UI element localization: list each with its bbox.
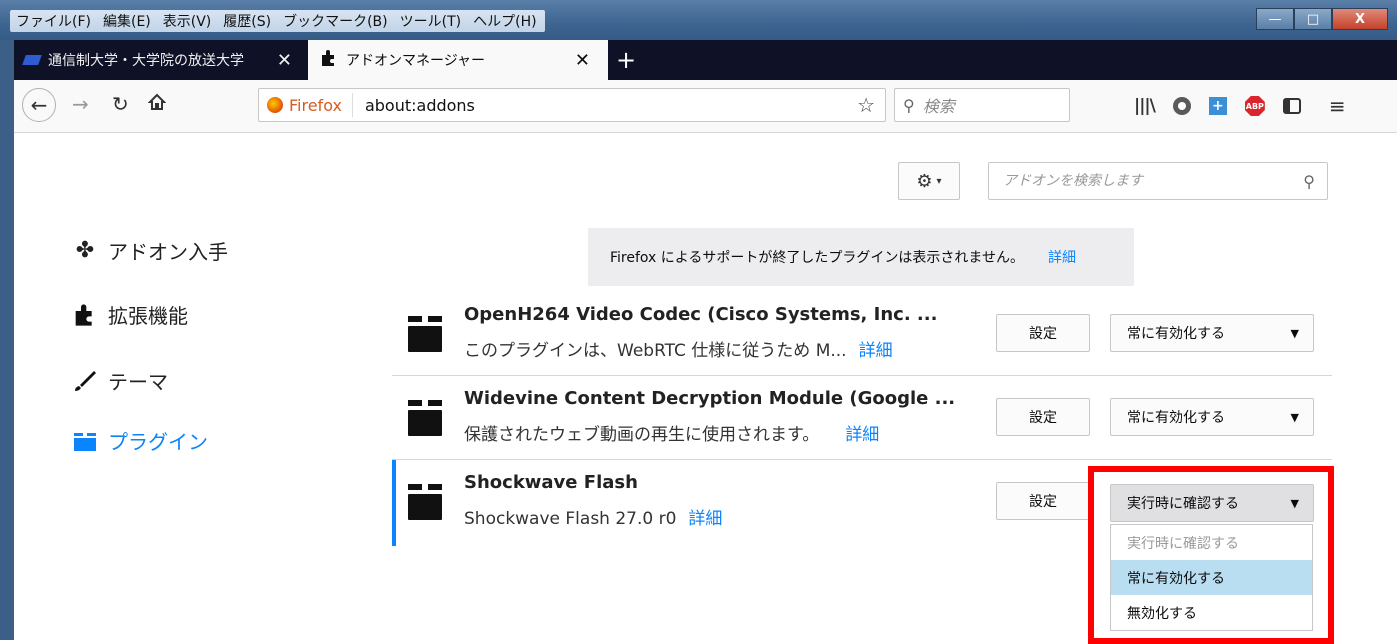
option-ask-to-activate[interactable]: 実行時に確認する [1111, 525, 1312, 560]
category-themes[interactable]: テーマ [72, 366, 168, 395]
chevron-down-icon: ▼ [1290, 496, 1299, 510]
activation-select[interactable]: 常に有効化する ▼ [1110, 314, 1314, 352]
menu-edit[interactable]: 編集(E) [103, 11, 151, 31]
tab-label: 通信制大学・大学院の放送大学 [48, 53, 244, 69]
plugin-row-openh264: OpenH264 Video Codec (Cisco Systems, Inc… [392, 292, 1332, 376]
details-link[interactable]: 詳細 [859, 341, 893, 361]
category-label: 拡張機能 [108, 304, 188, 328]
maximize-button[interactable]: □ [1294, 8, 1332, 30]
tab-university[interactable]: 通信制大学・大学院の放送大学 ✕ [14, 40, 304, 80]
search-bar[interactable]: ⚲ 検索 [894, 88, 1070, 122]
plugin-row-widevine: Widevine Content Decryption Module (Goog… [392, 376, 1332, 460]
search-icon: ⚲ [903, 95, 915, 115]
select-value: 常に有効化する [1127, 410, 1225, 426]
firefox-logo-icon [267, 97, 283, 113]
favicon-icon [22, 55, 42, 65]
bookmark-star-icon[interactable]: ☆ [857, 93, 875, 117]
plugin-name: Widevine Content Decryption Module (Goog… [464, 388, 956, 409]
puzzle-icon [320, 49, 338, 71]
plugin-icon [408, 316, 442, 352]
category-get-addons[interactable]: ✤ アドオン入手 [72, 236, 228, 265]
url-bar[interactable]: Firefox about:addons ☆ [258, 88, 886, 122]
option-never-activate[interactable]: 無効化する [1111, 595, 1312, 630]
plugin-description: 保護されたウェブ動画の再生に使用されます。 [464, 425, 820, 445]
sidebar-icon[interactable] [1282, 98, 1301, 114]
plugin-desc: Shockwave Flash 27.0 r0 詳細 [464, 504, 722, 529]
menu-bookmarks[interactable]: ブックマーク(B) [283, 11, 388, 31]
back-button[interactable]: ← [22, 88, 56, 122]
chevron-down-icon: ▼ [1290, 410, 1299, 424]
plugin-desc: このプラグインは、WebRTC 仕様に従うため M... 詳細 [464, 336, 893, 361]
select-value: 実行時に確認する [1127, 496, 1239, 512]
settings-button[interactable]: 設定 [996, 314, 1090, 352]
tab-addon-manager[interactable]: アドオンマネージャー ✕ [308, 40, 608, 80]
activation-select[interactable]: 実行時に確認する ▼ [1110, 484, 1314, 522]
home-icon[interactable] [147, 92, 167, 116]
forward-arrow-icon[interactable]: → [72, 92, 89, 116]
plugin-name: Shockwave Flash [464, 472, 638, 493]
search-icon: ⚲ [1303, 171, 1315, 191]
menu-help[interactable]: ヘルプ(H) [473, 11, 536, 31]
search-placeholder: 検索 [922, 97, 955, 116]
menu-file[interactable]: ファイル(F) [16, 11, 91, 31]
plugin-description: このプラグインは、WebRTC 仕様に従うため M... [464, 341, 847, 361]
new-tab-button[interactable]: + [616, 46, 636, 74]
identity-label: Firefox [289, 95, 342, 115]
details-link[interactable]: 詳細 [845, 425, 879, 445]
close-window-button[interactable]: X [1332, 8, 1388, 30]
plugin-icon [408, 484, 442, 520]
window-border [0, 40, 14, 640]
identity-box[interactable]: Firefox [259, 93, 353, 117]
adblock-plus-icon[interactable]: ABP [1244, 96, 1265, 116]
pocket-eye-icon[interactable] [1172, 97, 1191, 115]
plugin-icon [408, 400, 442, 436]
plugin-desc: 保護されたウェブ動画の再生に使用されます。 詳細 [464, 420, 879, 445]
plugin-description: Shockwave Flash 27.0 r0 [464, 509, 677, 529]
settings-button[interactable]: 設定 [996, 398, 1090, 436]
addon-search-input[interactable] [1001, 172, 1285, 190]
tab-label: アドオンマネージャー [346, 53, 486, 69]
back-arrow-icon: ← [30, 93, 48, 117]
minimize-button[interactable]: — [1256, 8, 1294, 30]
addon-search-field[interactable]: ⚲ [988, 162, 1328, 200]
menubar: ファイル(F) 編集(E) 表示(V) 履歴(S) ブックマーク(B) ツール(… [10, 10, 545, 32]
menu-hamburger-icon[interactable]: ≡ [1329, 94, 1346, 118]
tab-strip: 通信制大学・大学院の放送大学 ✕ アドオンマネージャー ✕ + [14, 40, 1397, 80]
menu-tools[interactable]: ツール(T) [400, 11, 461, 31]
toolbar-icons: |||\ + ABP ≡ [1134, 94, 1346, 118]
category-label: プラグイン [108, 430, 208, 454]
plugin-name: OpenH264 Video Codec (Cisco Systems, Inc… [464, 304, 938, 325]
window-controls: — □ X [1256, 8, 1388, 30]
chevron-down-icon: ▾ [936, 175, 942, 187]
activation-select[interactable]: 常に有効化する ▼ [1110, 398, 1314, 436]
tab-close-icon[interactable]: ✕ [277, 50, 292, 71]
reload-icon[interactable]: ↻ [112, 92, 129, 116]
settings-button[interactable]: 設定 [996, 482, 1090, 520]
url-text[interactable]: about:addons [353, 96, 475, 115]
tab-close-icon[interactable]: ✕ [575, 50, 590, 71]
tools-gear-button[interactable]: ⚙ ▾ [898, 162, 960, 200]
gear-icon: ⚙ [916, 170, 933, 192]
option-always-activate[interactable]: 常に有効化する [1111, 560, 1312, 595]
notice-text: Firefox によるサポートが終了したプラグインは表示されません。 [610, 250, 1024, 266]
plugin-notice: Firefox によるサポートが終了したプラグインは表示されません。 詳細 [588, 228, 1134, 286]
puzzle-icon [72, 303, 98, 327]
plugin-icon [72, 429, 98, 453]
navigation-toolbar: ← → ↻ Firefox about:addons ☆ ⚲ 検索 |||\ +… [14, 80, 1397, 133]
category-label: アドオン入手 [108, 240, 228, 264]
select-value: 常に有効化する [1127, 326, 1225, 342]
category-label: テーマ [108, 370, 168, 394]
activation-dropdown-list: 実行時に確認する 常に有効化する 無効化する [1110, 524, 1313, 631]
details-link[interactable]: 詳細 [688, 509, 722, 529]
menu-history[interactable]: 履歴(S) [223, 11, 271, 31]
menu-view[interactable]: 表示(V) [163, 11, 212, 31]
brush-icon [72, 369, 98, 393]
notice-details-link[interactable]: 詳細 [1048, 247, 1076, 267]
chevron-down-icon: ▼ [1290, 326, 1299, 340]
get-addons-icon: ✤ [75, 238, 95, 263]
extension-plus-icon[interactable]: + [1208, 97, 1227, 115]
category-plugins[interactable]: プラグイン [72, 426, 208, 455]
library-icon[interactable]: |||\ [1134, 96, 1156, 116]
category-extensions[interactable]: 拡張機能 [72, 300, 188, 329]
